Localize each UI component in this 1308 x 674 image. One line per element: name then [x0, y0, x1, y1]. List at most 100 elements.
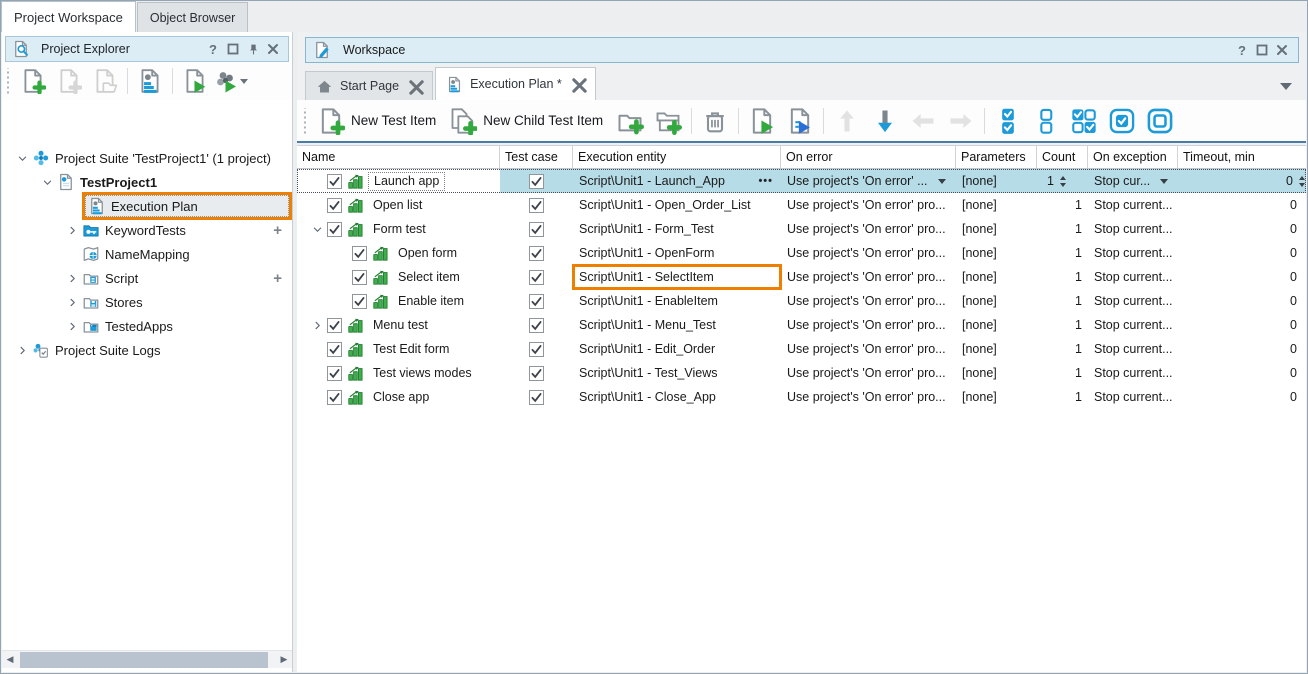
doc-tab-start-page[interactable]: Start Page [305, 71, 433, 100]
scrollbar-thumb[interactable] [20, 652, 268, 668]
column-header-on-error[interactable]: On error [781, 146, 956, 168]
check-all-button[interactable] [990, 104, 1026, 138]
test-item-row[interactable]: Open listScript\Unit1 - Open_Order_ListU… [297, 193, 1306, 217]
test-item-row[interactable]: Enable itemScript\Unit1 - EnableItemUse … [297, 289, 1306, 313]
new-group-button[interactable] [612, 104, 648, 138]
column-header-count[interactable]: Count [1037, 146, 1088, 168]
expanded-chevron-icon[interactable] [307, 217, 327, 241]
tab-close-icon[interactable] [408, 79, 422, 93]
collapsed-chevron-icon[interactable] [307, 313, 327, 337]
tree-item-testedapps[interactable]: TestedApps [2, 314, 292, 338]
maximize-icon[interactable] [224, 40, 242, 58]
item-checkbox[interactable] [327, 174, 342, 189]
run-from-selected-button[interactable] [782, 104, 818, 138]
item-checkbox[interactable] [352, 294, 367, 309]
tree-item-keywordtests[interactable]: KeywordTests+ [2, 218, 292, 242]
tree-item-project-suite-logs[interactable]: Project Suite Logs [2, 338, 292, 362]
test-item-row[interactable]: Launch appScript\Unit1 - Launch_App•••Us… [297, 169, 1306, 193]
test-item-row[interactable]: Open formScript\Unit1 - OpenFormUse proj… [297, 241, 1306, 265]
test-case-checkbox[interactable] [529, 246, 544, 261]
test-case-checkbox[interactable] [529, 318, 544, 333]
tree-item-execution-plan[interactable]: Execution Plan [2, 194, 292, 218]
tab-close-icon[interactable] [571, 77, 585, 91]
count-spinner[interactable] [1060, 176, 1066, 187]
item-checkbox[interactable] [327, 366, 342, 381]
item-checkbox[interactable] [352, 270, 367, 285]
test-case-checkbox[interactable] [529, 270, 544, 285]
pin-icon[interactable] [244, 40, 262, 58]
main-tab-object-browser[interactable]: Object Browser [137, 2, 248, 32]
collapsed-chevron-icon[interactable] [62, 316, 82, 336]
new-child-group-button[interactable] [650, 104, 686, 138]
horizontal-scrollbar[interactable]: ◀ ▶ [2, 650, 292, 668]
tree-item-namemapping[interactable]: NameMapping [2, 242, 292, 266]
item-checkbox[interactable] [327, 198, 342, 213]
collapsed-chevron-icon[interactable] [62, 292, 82, 312]
new-child-test-item-button[interactable]: New Child Test Item [445, 104, 610, 138]
new-project-suite-button[interactable] [16, 65, 50, 97]
test-item-row[interactable]: Test views modesScript\Unit1 - Test_View… [297, 361, 1306, 385]
check-selected-button[interactable] [1104, 104, 1140, 138]
help-icon[interactable]: ? [204, 40, 222, 58]
test-item-row[interactable]: Menu testScript\Unit1 - Menu_TestUse pro… [297, 313, 1306, 337]
toolbar-grip[interactable] [301, 108, 309, 134]
collapsed-chevron-icon[interactable] [12, 340, 32, 360]
column-header-execution-entity[interactable]: Execution entity [573, 146, 781, 168]
test-case-checkbox[interactable] [529, 174, 544, 189]
run-project-button[interactable] [178, 65, 212, 97]
main-tab-project-workspace[interactable]: Project Workspace [1, 1, 136, 32]
delete-button[interactable] [697, 104, 733, 138]
collapsed-chevron-icon[interactable] [62, 220, 82, 240]
test-case-checkbox[interactable] [529, 222, 544, 237]
test-item-row[interactable]: Form testScript\Unit1 - Form_TestUse pro… [297, 217, 1306, 241]
item-checkbox[interactable] [327, 342, 342, 357]
tree-item-project-suite-testproject1-1-project-[interactable]: Project Suite 'TestProject1' (1 project) [2, 146, 292, 170]
uncheck-selected-button[interactable] [1142, 104, 1178, 138]
tab-list-dropdown-icon[interactable] [1280, 83, 1292, 90]
column-header-parameters[interactable]: Parameters [956, 146, 1037, 168]
item-checkbox[interactable] [327, 390, 342, 405]
test-case-checkbox[interactable] [529, 294, 544, 309]
column-header-timeout-min[interactable]: Timeout, min [1178, 146, 1306, 168]
ellipsis-button[interactable]: ••• [758, 175, 775, 187]
item-checkbox[interactable] [327, 318, 342, 333]
test-case-checkbox[interactable] [529, 390, 544, 405]
expanded-chevron-icon[interactable] [37, 172, 57, 192]
test-item-row[interactable]: Select itemScript\Unit1 - SelectItemUse … [297, 265, 1306, 289]
test-item-row[interactable]: Close appScript\Unit1 - Close_AppUse pro… [297, 385, 1306, 409]
run-selected-button[interactable] [744, 104, 780, 138]
column-header-name[interactable]: Name [297, 146, 500, 168]
edit-execution-plan-button[interactable] [133, 65, 167, 97]
maximize-icon[interactable] [1253, 41, 1271, 59]
item-checkbox[interactable] [352, 246, 367, 261]
timeout-spinner[interactable] [1299, 176, 1305, 187]
toolbar-grip[interactable] [4, 68, 12, 94]
item-checkbox[interactable] [327, 222, 342, 237]
test-case-checkbox[interactable] [529, 366, 544, 381]
tree-item-stores[interactable]: Stores [2, 290, 292, 314]
column-header-on-exception[interactable]: On exception [1088, 146, 1178, 168]
test-case-checkbox[interactable] [529, 342, 544, 357]
test-case-checkbox[interactable] [529, 198, 544, 213]
doc-tab-execution-plan-[interactable]: Execution Plan * [435, 67, 596, 100]
run-project-suite-button[interactable] [214, 65, 248, 97]
scroll-left-arrow-icon[interactable]: ◀ [2, 651, 18, 669]
scroll-right-arrow-icon[interactable]: ▶ [276, 651, 292, 669]
scrollbar-track[interactable] [18, 651, 276, 669]
help-icon[interactable]: ? [1233, 41, 1251, 59]
tree-item-testproject1[interactable]: TestProject1 [2, 170, 292, 194]
dropdown-caret-icon[interactable] [240, 79, 248, 84]
add-item-button[interactable]: + [273, 270, 282, 287]
column-header-test-case[interactable]: Test case [500, 146, 573, 168]
dropdown-caret-icon[interactable] [1160, 179, 1168, 184]
test-item-row[interactable]: Test Edit formScript\Unit1 - Edit_OrderU… [297, 337, 1306, 361]
collapsed-chevron-icon[interactable] [62, 268, 82, 288]
new-test-item-button[interactable]: New Test Item [313, 104, 443, 138]
expanded-chevron-icon[interactable] [12, 148, 32, 168]
tree-item-script[interactable]: Script+ [2, 266, 292, 290]
uncheck-all-button[interactable] [1028, 104, 1064, 138]
move-down-button[interactable] [867, 104, 903, 138]
add-item-button[interactable]: + [273, 222, 282, 239]
close-icon[interactable] [1273, 41, 1291, 59]
dropdown-caret-icon[interactable] [938, 179, 946, 184]
